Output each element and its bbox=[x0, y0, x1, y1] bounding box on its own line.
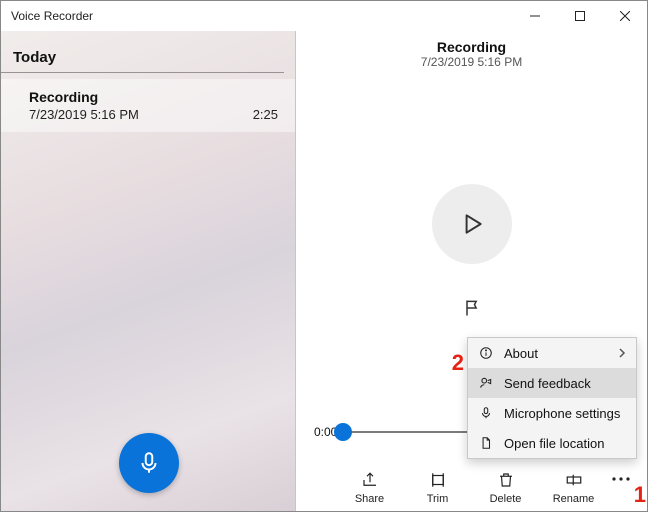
menu-item-about[interactable]: About bbox=[468, 338, 636, 368]
recording-timestamp: 7/23/2019 5:16 PM bbox=[29, 107, 139, 122]
flag-icon bbox=[462, 298, 482, 318]
player-panel: Recording 7/23/2019 5:16 PM 0:00 bbox=[296, 31, 647, 511]
record-button[interactable] bbox=[119, 433, 179, 493]
rename-icon bbox=[563, 469, 585, 491]
menu-label-mic: Microphone settings bbox=[504, 406, 620, 421]
menu-label-feedback: Send feedback bbox=[504, 376, 591, 391]
recording-title: Recording bbox=[29, 89, 278, 105]
app-title: Voice Recorder bbox=[11, 9, 93, 23]
player-title: Recording bbox=[437, 39, 506, 55]
play-icon bbox=[459, 211, 485, 237]
more-button[interactable] bbox=[605, 463, 637, 495]
recording-duration: 2:25 bbox=[253, 107, 278, 122]
trim-label: Trim bbox=[427, 493, 449, 505]
content: Today Recording 7/23/2019 5:16 PM 2:25 bbox=[1, 31, 647, 511]
maximize-button[interactable] bbox=[557, 1, 602, 31]
minimize-button[interactable] bbox=[512, 1, 557, 31]
more-menu: About Send feedback Microphone settings bbox=[467, 337, 637, 459]
share-label: Share bbox=[355, 493, 384, 505]
share-icon bbox=[359, 469, 381, 491]
trim-icon bbox=[427, 469, 449, 491]
feedback-icon bbox=[478, 375, 494, 391]
microphone-icon bbox=[136, 450, 162, 476]
ellipsis-icon bbox=[611, 476, 631, 482]
menu-item-open-file-location[interactable]: Open file location bbox=[468, 428, 636, 458]
player-subtitle: 7/23/2019 5:16 PM bbox=[421, 55, 522, 69]
menu-item-send-feedback[interactable]: Send feedback bbox=[468, 368, 636, 398]
recording-list-item[interactable]: Recording 7/23/2019 5:16 PM 2:25 bbox=[1, 79, 296, 132]
menu-item-microphone-settings[interactable]: Microphone settings bbox=[468, 398, 636, 428]
rename-label: Rename bbox=[553, 493, 595, 505]
recordings-sidebar: Today Recording 7/23/2019 5:16 PM 2:25 bbox=[1, 31, 296, 511]
file-icon bbox=[478, 435, 494, 451]
play-button[interactable] bbox=[432, 184, 512, 264]
menu-label-about: About bbox=[504, 346, 538, 361]
voice-recorder-window: Voice Recorder Today Recording 7/23/2019… bbox=[0, 0, 648, 512]
menu-label-open-location: Open file location bbox=[504, 436, 604, 451]
info-icon bbox=[478, 345, 494, 361]
delete-button[interactable]: Delete bbox=[481, 469, 531, 505]
titlebar: Voice Recorder bbox=[1, 1, 647, 31]
timeline-thumb[interactable] bbox=[334, 423, 352, 441]
delete-label: Delete bbox=[490, 493, 522, 505]
add-marker-button[interactable] bbox=[458, 294, 486, 322]
share-button[interactable]: Share bbox=[345, 469, 395, 505]
close-button[interactable] bbox=[602, 1, 647, 31]
microphone-small-icon bbox=[478, 405, 494, 421]
rename-button[interactable]: Rename bbox=[549, 469, 599, 505]
trim-button[interactable]: Trim bbox=[413, 469, 463, 505]
trash-icon bbox=[495, 469, 517, 491]
section-header-today: Today bbox=[1, 31, 284, 73]
action-bar: Share Trim Delete bbox=[296, 469, 647, 505]
chevron-right-icon bbox=[618, 348, 626, 358]
